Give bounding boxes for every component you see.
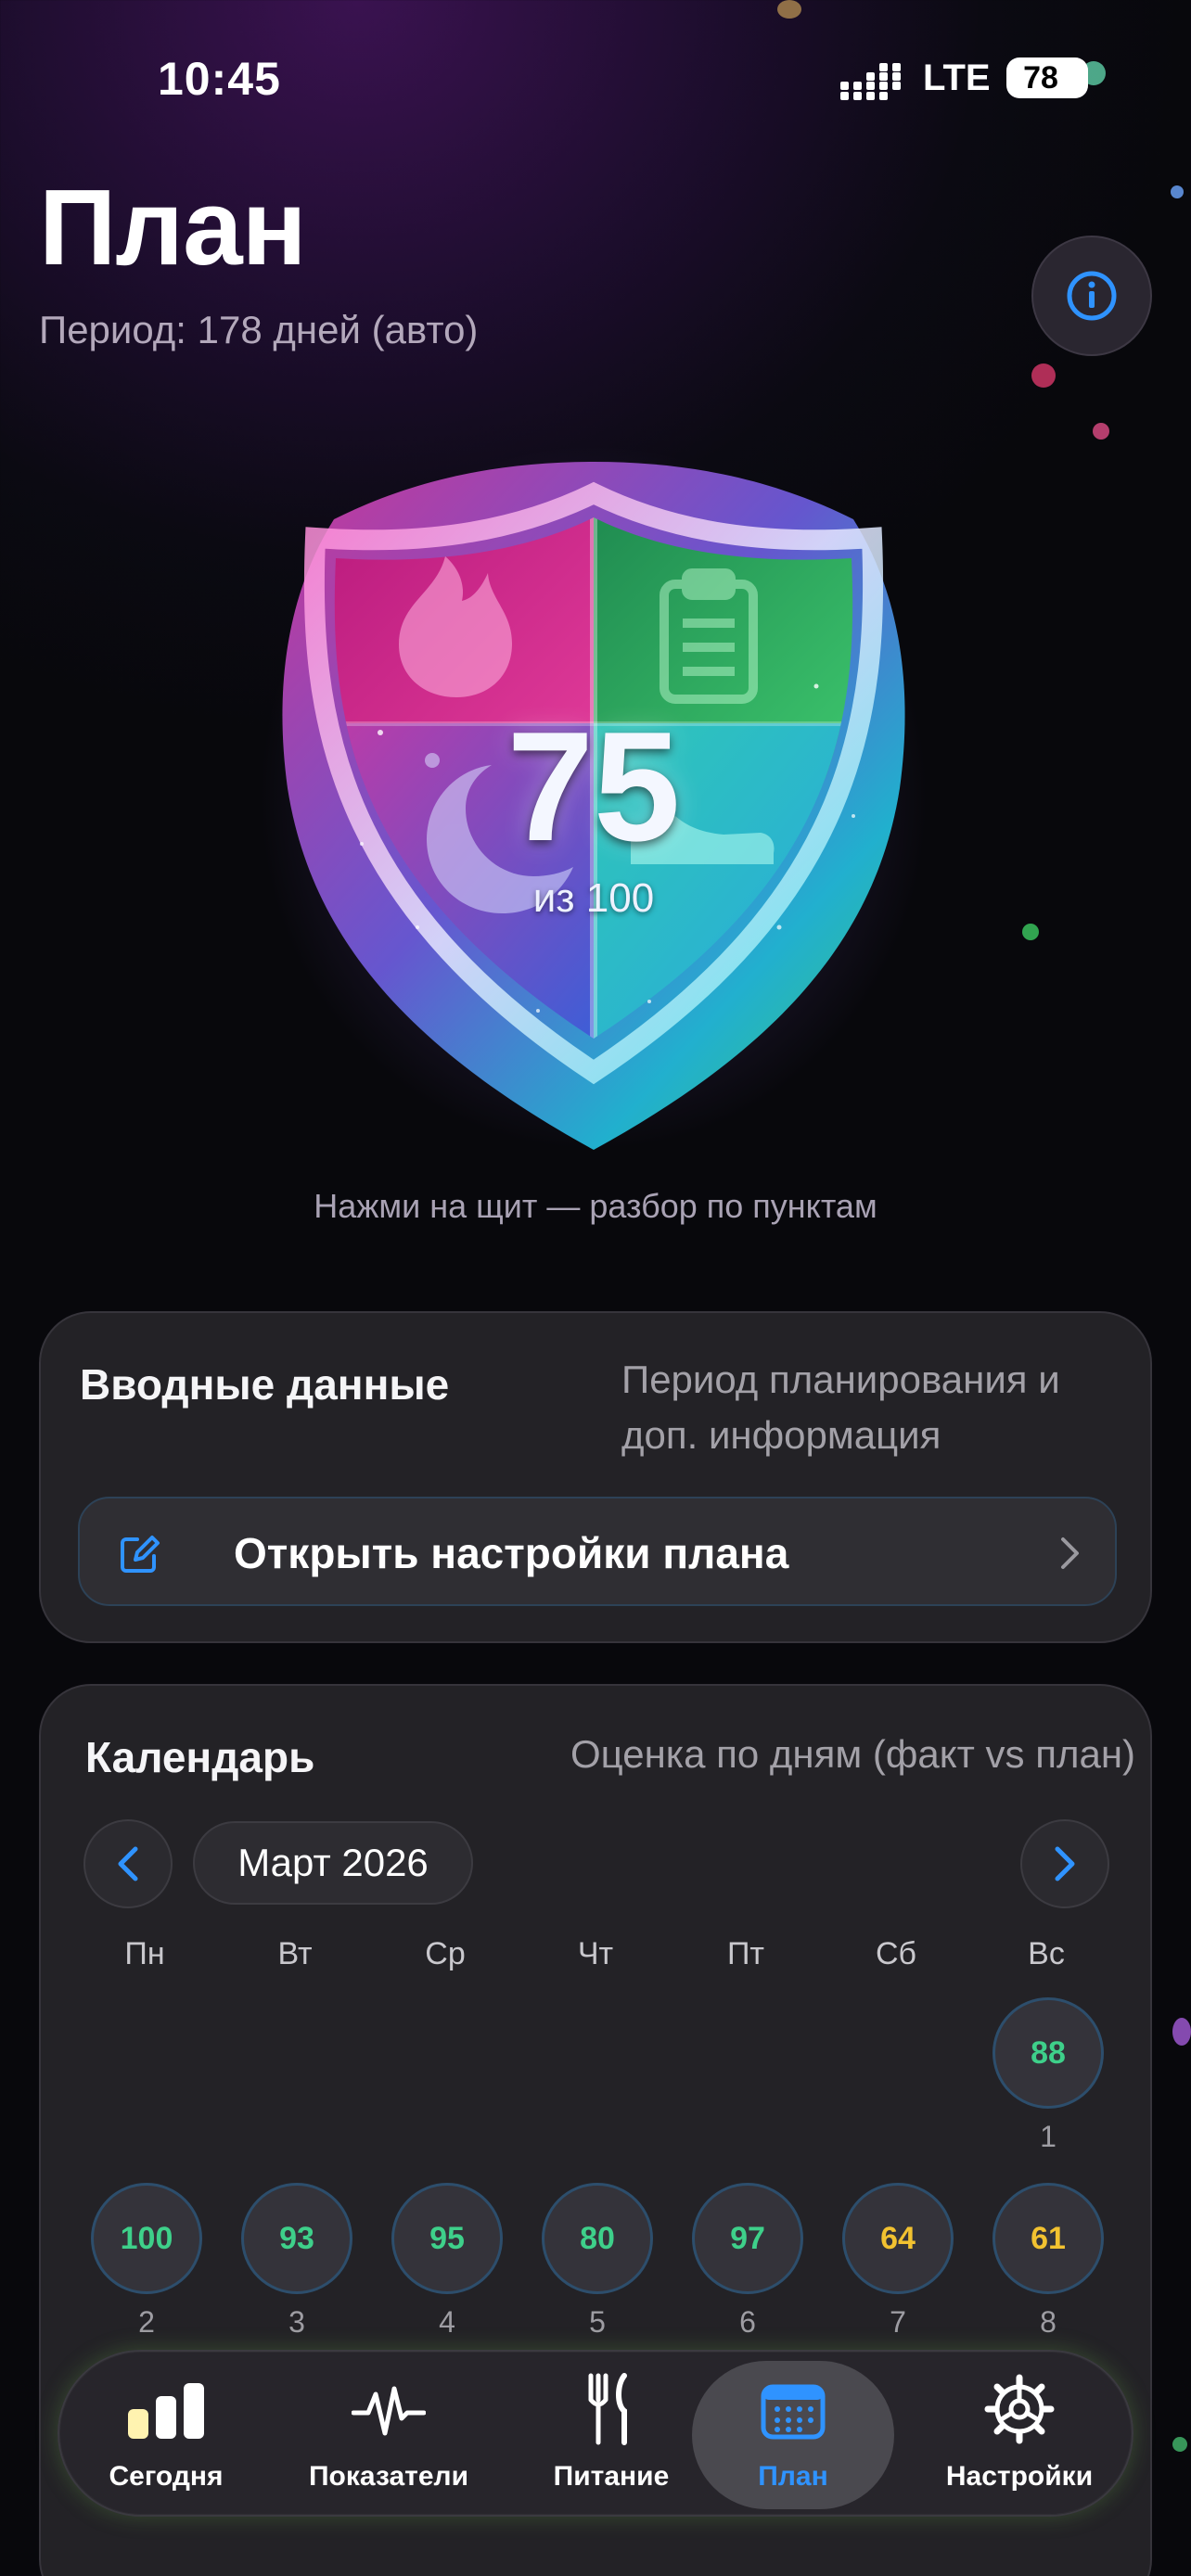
weekday-header: Пн Вт Ср Чт Пт Сб Вс bbox=[41, 1936, 1154, 1983]
calendar-day-number: 5 bbox=[589, 2305, 606, 2339]
calendar-day-score[interactable]: 61 bbox=[992, 2183, 1104, 2294]
particle bbox=[1031, 363, 1056, 388]
open-plan-settings-label: Открыть настройки плана bbox=[234, 1529, 789, 1577]
chevron-left-icon bbox=[118, 1846, 138, 1881]
score-max: из 100 bbox=[532, 875, 655, 921]
calendar-title: Календарь bbox=[85, 1733, 315, 1781]
calendar-day-number: 2 bbox=[138, 2305, 155, 2339]
calendar-day-number: 6 bbox=[739, 2305, 756, 2339]
period-subtitle: Период: 178 дней (авто) bbox=[39, 308, 479, 351]
calendar-day-number: 1 bbox=[1040, 2120, 1057, 2153]
tab-bar: Сегодня Показатели Питание План Настройк… bbox=[58, 2350, 1133, 2517]
particle bbox=[1022, 924, 1039, 940]
shield-hint: Нажми на щит — разбор по пунктам bbox=[314, 1187, 877, 1225]
calendar-day-score[interactable]: 100 bbox=[91, 2183, 202, 2294]
prev-month-button[interactable] bbox=[83, 1819, 173, 1908]
weekday-label: Ср bbox=[425, 1936, 466, 1971]
status-bar: 10:45 LTE 78 bbox=[0, 52, 1191, 108]
tab-label: Питание bbox=[553, 2461, 670, 2492]
info-button[interactable] bbox=[1031, 236, 1152, 356]
chevron-right-icon bbox=[1055, 1846, 1075, 1881]
calendar-day-score[interactable]: 95 bbox=[391, 2183, 503, 2294]
score-shield[interactable]: 75 из 100 bbox=[260, 445, 928, 1150]
particle bbox=[1172, 2018, 1191, 2046]
pulse-icon bbox=[352, 2386, 426, 2436]
calendar-day-number: 3 bbox=[288, 2305, 305, 2339]
tab-nutrition[interactable]: Питание bbox=[514, 2361, 709, 2509]
weekday-label: Чт bbox=[577, 1936, 614, 1971]
tab-metrics[interactable]: Показатели bbox=[282, 2361, 495, 2509]
open-plan-settings-button[interactable]: Открыть настройки плана bbox=[78, 1497, 1117, 1606]
tab-settings[interactable]: Настройки bbox=[913, 2361, 1126, 2509]
bar-chart-icon bbox=[128, 2383, 204, 2439]
signal-icon bbox=[840, 63, 901, 100]
weekday-label: Вт bbox=[277, 1936, 313, 1971]
next-month-button[interactable] bbox=[1020, 1819, 1109, 1908]
weekday-label: Вс bbox=[1028, 1936, 1065, 1971]
tab-label: Сегодня bbox=[109, 2461, 224, 2492]
status-time: 10:45 bbox=[158, 53, 281, 105]
calendar-day-number: 8 bbox=[1040, 2305, 1057, 2339]
particle bbox=[1093, 423, 1109, 440]
info-icon bbox=[1067, 271, 1117, 321]
input-data-card: Вводные данные Период планирования и доп… bbox=[39, 1311, 1152, 1643]
tab-label: Показатели bbox=[308, 2461, 469, 2492]
calendar-icon bbox=[761, 2384, 826, 2440]
calendar-description: Оценка по дням (факт vs план) bbox=[570, 1732, 1135, 1776]
network-type: LTE bbox=[923, 57, 991, 98]
calendar-day-score[interactable]: 93 bbox=[241, 2183, 352, 2294]
particle bbox=[1171, 185, 1184, 198]
weekday-label: Пн bbox=[124, 1936, 165, 1971]
weekday-label: Сб bbox=[875, 1936, 917, 1971]
score-value: 75 bbox=[506, 699, 681, 874]
particle bbox=[1172, 2437, 1187, 2452]
weekday-label: Пт bbox=[726, 1936, 764, 1971]
calendar-day-score[interactable]: 97 bbox=[692, 2183, 803, 2294]
input-card-title: Вводные данные bbox=[80, 1360, 450, 1409]
tab-label: Настройки bbox=[945, 2461, 1094, 2492]
calendar-day-number: 7 bbox=[890, 2305, 906, 2339]
calendar-day-score[interactable]: 64 bbox=[842, 2183, 954, 2294]
gear-icon bbox=[984, 2374, 1055, 2444]
tab-label: План bbox=[758, 2461, 828, 2492]
battery-level: 78 bbox=[1023, 60, 1058, 96]
battery-indicator: 78 bbox=[1006, 57, 1088, 98]
chevron-right-icon bbox=[1061, 1537, 1079, 1569]
tab-plan[interactable]: План bbox=[692, 2361, 894, 2509]
calendar-day-number: 4 bbox=[439, 2305, 455, 2339]
month-selector[interactable]: Март 2026 bbox=[193, 1821, 473, 1905]
page-title: План bbox=[39, 167, 307, 287]
tab-today[interactable]: Сегодня bbox=[69, 2361, 263, 2509]
calendar-day-score[interactable]: 80 bbox=[542, 2183, 653, 2294]
particle bbox=[777, 0, 801, 19]
input-card-description: Период планирования и доп. информация bbox=[621, 1358, 1060, 1457]
edit-icon bbox=[121, 1536, 160, 1573]
fork-knife-icon bbox=[588, 2373, 627, 2445]
calendar-day-score[interactable]: 88 bbox=[992, 1997, 1104, 2109]
